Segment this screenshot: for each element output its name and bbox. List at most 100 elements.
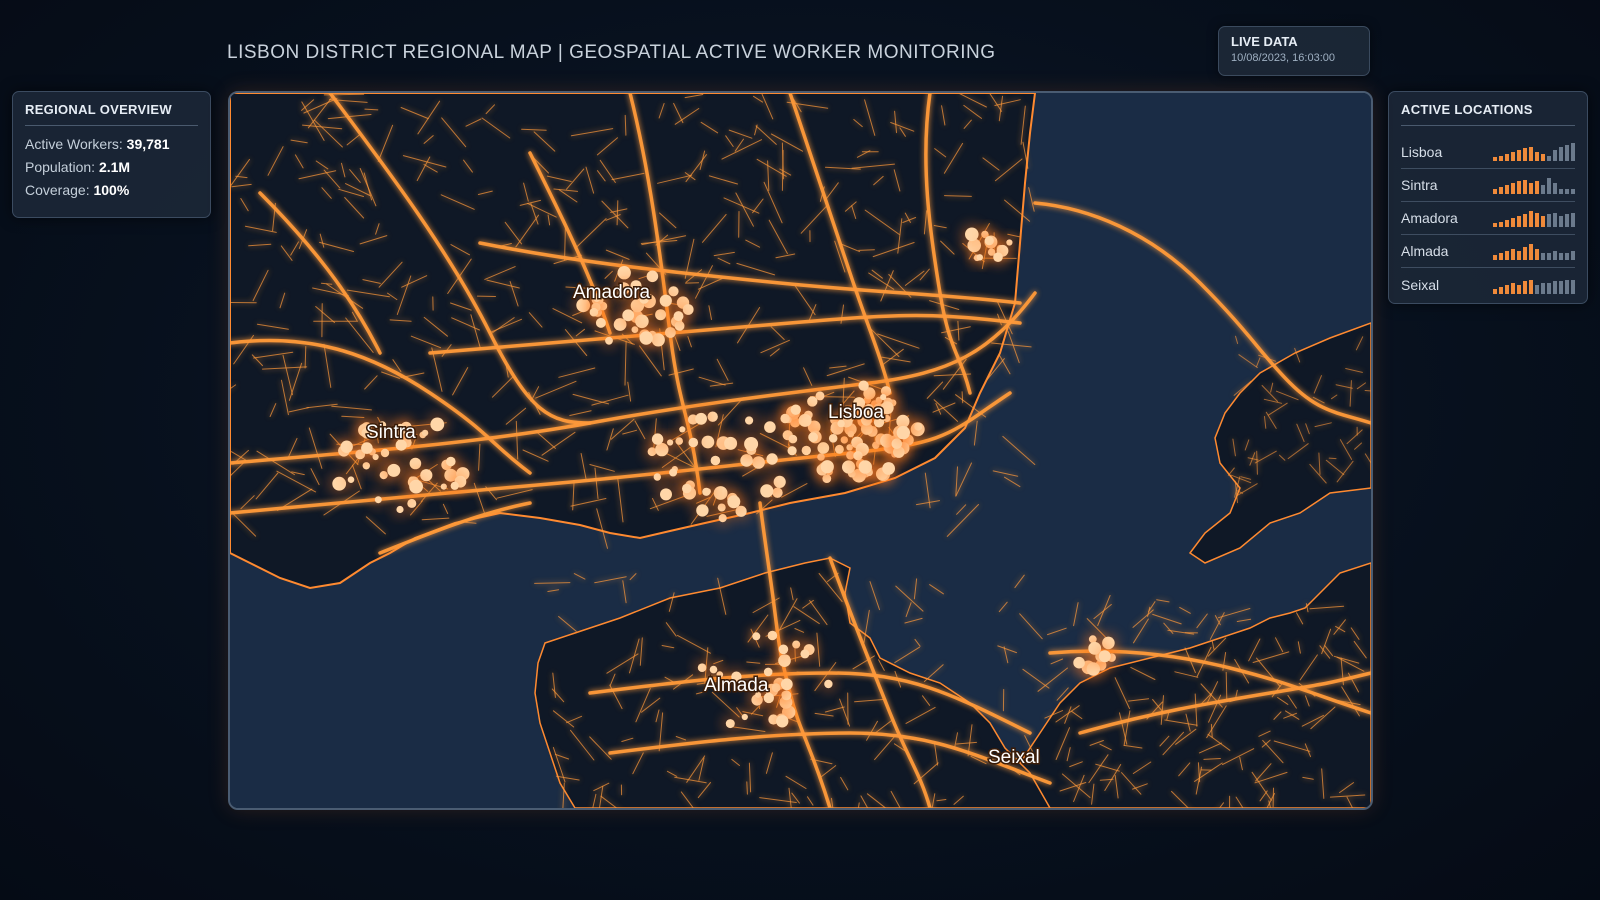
worker-marker[interactable]	[808, 432, 818, 443]
location-row-seixal[interactable]: Seixal	[1401, 268, 1575, 301]
worker-marker[interactable]	[362, 462, 370, 470]
worker-marker[interactable]	[828, 434, 838, 443]
worker-marker[interactable]	[914, 422, 923, 431]
worker-marker[interactable]	[374, 496, 382, 504]
worker-marker[interactable]	[1098, 650, 1111, 663]
worker-marker[interactable]	[965, 227, 979, 242]
worker-marker[interactable]	[780, 678, 793, 691]
map-canvas[interactable]: Amadora Lisboa Sintra Almada Seixal	[230, 93, 1371, 808]
worker-marker[interactable]	[766, 453, 778, 465]
worker-marker[interactable]	[605, 336, 613, 345]
worker-marker[interactable]	[727, 495, 741, 509]
worker-marker[interactable]	[801, 445, 811, 456]
worker-marker[interactable]	[820, 460, 834, 474]
worker-marker[interactable]	[688, 437, 699, 448]
worker-marker[interactable]	[701, 435, 715, 449]
worker-marker[interactable]	[776, 715, 789, 728]
worker-marker[interactable]	[744, 437, 759, 451]
worker-marker[interactable]	[702, 487, 711, 496]
worker-marker[interactable]	[760, 484, 774, 498]
worker-marker[interactable]	[1073, 656, 1085, 669]
worker-marker[interactable]	[724, 436, 738, 450]
worker-marker[interactable]	[858, 380, 869, 391]
activity-bar	[1523, 280, 1527, 294]
worker-marker[interactable]	[673, 311, 684, 322]
worker-marker[interactable]	[387, 463, 401, 477]
worker-marker[interactable]	[778, 644, 789, 655]
worker-marker[interactable]	[792, 640, 801, 649]
worker-marker[interactable]	[764, 421, 776, 433]
location-name: Almada	[1401, 243, 1449, 259]
location-row-almada[interactable]: Almada	[1401, 235, 1575, 268]
worker-marker[interactable]	[709, 665, 718, 674]
worker-marker[interactable]	[446, 456, 456, 467]
activity-bar	[1541, 253, 1545, 260]
activity-bar	[1571, 251, 1575, 260]
worker-marker[interactable]	[669, 468, 678, 477]
worker-marker[interactable]	[741, 713, 748, 721]
worker-marker[interactable]	[639, 331, 653, 345]
activity-bar	[1517, 150, 1521, 161]
worker-marker[interactable]	[682, 483, 692, 494]
worker-marker[interactable]	[695, 412, 707, 425]
worker-marker[interactable]	[646, 270, 659, 283]
worker-marker[interactable]	[745, 416, 754, 425]
worker-marker[interactable]	[787, 446, 797, 456]
worker-marker[interactable]	[824, 679, 833, 689]
worker-marker[interactable]	[858, 460, 872, 474]
worker-marker[interactable]	[361, 442, 373, 454]
worker-marker[interactable]	[976, 254, 983, 261]
worker-marker[interactable]	[653, 473, 661, 481]
activity-bar	[1505, 185, 1509, 194]
worker-marker[interactable]	[882, 462, 895, 475]
city-label-amadora: Amadora	[573, 282, 651, 303]
worker-marker[interactable]	[347, 476, 355, 484]
location-row-sintra[interactable]: Sintra	[1401, 169, 1575, 202]
activity-bar	[1541, 185, 1545, 194]
worker-marker[interactable]	[880, 394, 887, 401]
worker-marker[interactable]	[807, 396, 818, 407]
live-data-timestamp: 10/08/2023, 16:03:00	[1231, 52, 1335, 64]
worker-marker[interactable]	[667, 439, 674, 446]
worker-marker[interactable]	[450, 481, 459, 490]
worker-marker[interactable]	[696, 504, 709, 517]
worker-marker[interactable]	[780, 413, 790, 424]
worker-marker[interactable]	[617, 266, 631, 280]
worker-marker[interactable]	[595, 317, 606, 328]
worker-marker[interactable]	[440, 483, 447, 490]
worker-marker[interactable]	[752, 632, 761, 641]
stat-population: Population: 2.1M	[25, 159, 198, 175]
map-viewport[interactable]: Amadora Lisboa Sintra Almada Seixal	[228, 91, 1373, 810]
worker-marker[interactable]	[421, 429, 429, 437]
activity-sparkline	[1493, 242, 1575, 260]
regional-overview-panel: REGIONAL OVERVIEW Active Workers: 39,781…	[12, 91, 211, 218]
worker-marker[interactable]	[679, 426, 686, 433]
worker-marker[interactable]	[659, 294, 672, 307]
worker-marker[interactable]	[430, 417, 445, 432]
worker-marker[interactable]	[710, 455, 721, 466]
worker-marker[interactable]	[651, 433, 664, 445]
regional-overview-title: REGIONAL OVERVIEW	[25, 102, 198, 126]
worker-marker[interactable]	[697, 663, 707, 672]
worker-marker[interactable]	[896, 425, 910, 440]
worker-marker[interactable]	[409, 457, 422, 470]
worker-marker[interactable]	[660, 488, 672, 501]
activity-bar	[1529, 211, 1533, 227]
worker-marker[interactable]	[396, 505, 404, 514]
worker-marker[interactable]	[984, 236, 994, 246]
worker-marker[interactable]	[409, 479, 423, 494]
activity-bar	[1499, 286, 1503, 294]
worker-marker[interactable]	[767, 630, 778, 641]
worker-marker[interactable]	[622, 309, 635, 322]
activity-bar	[1559, 216, 1563, 227]
worker-marker[interactable]	[993, 252, 1003, 262]
worker-marker[interactable]	[655, 309, 667, 321]
worker-marker[interactable]	[407, 498, 417, 508]
worker-marker[interactable]	[788, 434, 798, 444]
worker-marker[interactable]	[340, 440, 353, 453]
worker-marker[interactable]	[725, 719, 735, 729]
location-row-amadora[interactable]: Amadora	[1401, 202, 1575, 235]
location-row-lisboa[interactable]: Lisboa	[1401, 136, 1575, 169]
worker-marker[interactable]	[800, 649, 810, 659]
worker-marker[interactable]	[790, 404, 801, 415]
